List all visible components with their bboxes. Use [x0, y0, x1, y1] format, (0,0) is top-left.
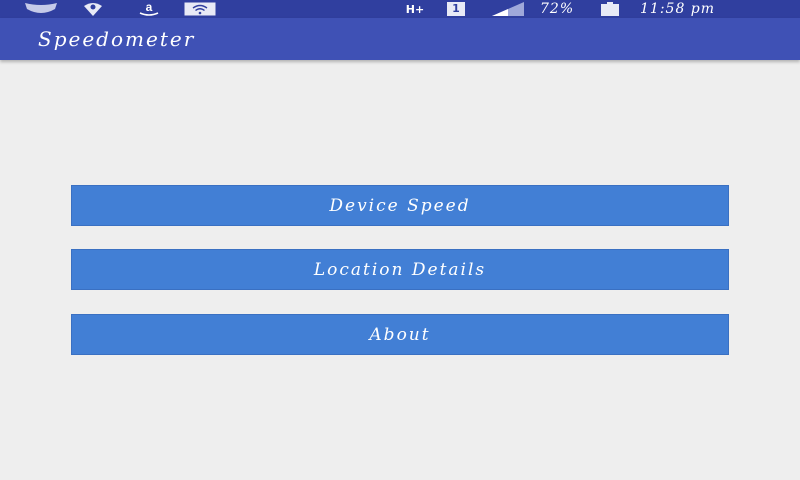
- about-button[interactable]: About: [71, 314, 729, 355]
- status-bar: a H+ 1 72% 11:58 pm: [0, 0, 800, 18]
- battery-icon: [600, 1, 620, 17]
- network-type-label: H+: [405, 2, 425, 16]
- clock: 11:58 pm: [640, 1, 716, 17]
- wifi-card-icon: [184, 1, 216, 17]
- amazon-icon: a: [136, 1, 162, 17]
- sim-slot-label: 1: [447, 2, 465, 16]
- location-pin-icon: [82, 1, 104, 17]
- battery-percent: 72%: [540, 1, 575, 17]
- app-title: Speedometer: [38, 27, 196, 51]
- app-bar: Speedometer: [0, 18, 800, 60]
- device-speed-button[interactable]: Device Speed: [71, 185, 729, 226]
- location-details-button[interactable]: Location Details: [71, 249, 729, 290]
- signal-icon: [490, 1, 526, 17]
- svg-text:a: a: [146, 1, 153, 14]
- shield-icon: [24, 1, 58, 17]
- sim-1-icon: 1: [444, 1, 468, 17]
- hplus-network-icon: H+: [400, 1, 430, 17]
